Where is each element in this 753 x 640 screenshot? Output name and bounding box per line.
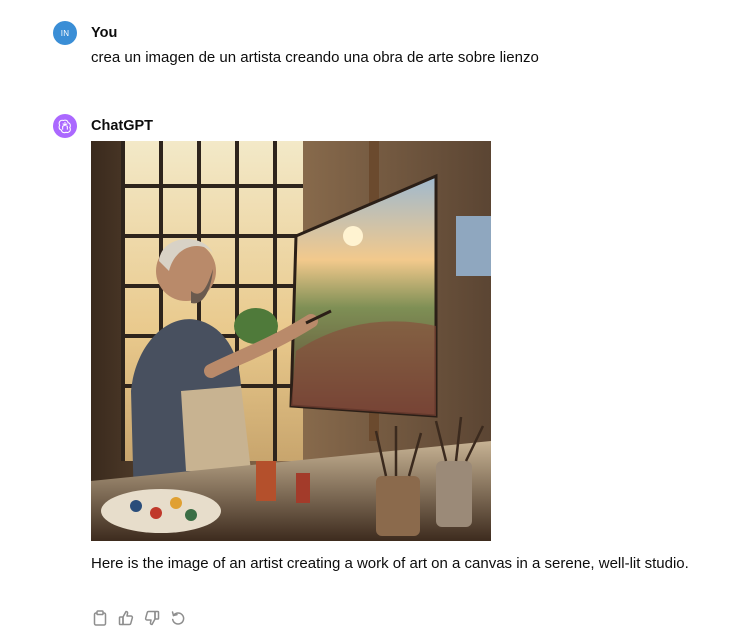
thumbs-up-icon[interactable] bbox=[117, 609, 135, 627]
generated-artwork-image[interactable] bbox=[91, 141, 491, 541]
user-message-text: crea un imagen de un artista creando una… bbox=[91, 49, 539, 66]
assistant-author-name: ChatGPT bbox=[91, 118, 154, 134]
message-actions bbox=[91, 609, 187, 627]
regenerate-icon[interactable] bbox=[169, 609, 187, 627]
chatgpt-logo-icon bbox=[53, 114, 77, 138]
artist-painting-illustration bbox=[91, 141, 491, 541]
chat-page: IN You crea un imagen de un artista crea… bbox=[0, 0, 753, 640]
assistant-message-text: Here is the image of an artist creating … bbox=[91, 555, 689, 572]
user-avatar: IN bbox=[53, 21, 77, 45]
clipboard-icon[interactable] bbox=[91, 609, 109, 627]
thumbs-down-icon[interactable] bbox=[143, 609, 161, 627]
user-author-name: You bbox=[91, 25, 118, 41]
user-avatar-initials: IN bbox=[60, 28, 70, 38]
